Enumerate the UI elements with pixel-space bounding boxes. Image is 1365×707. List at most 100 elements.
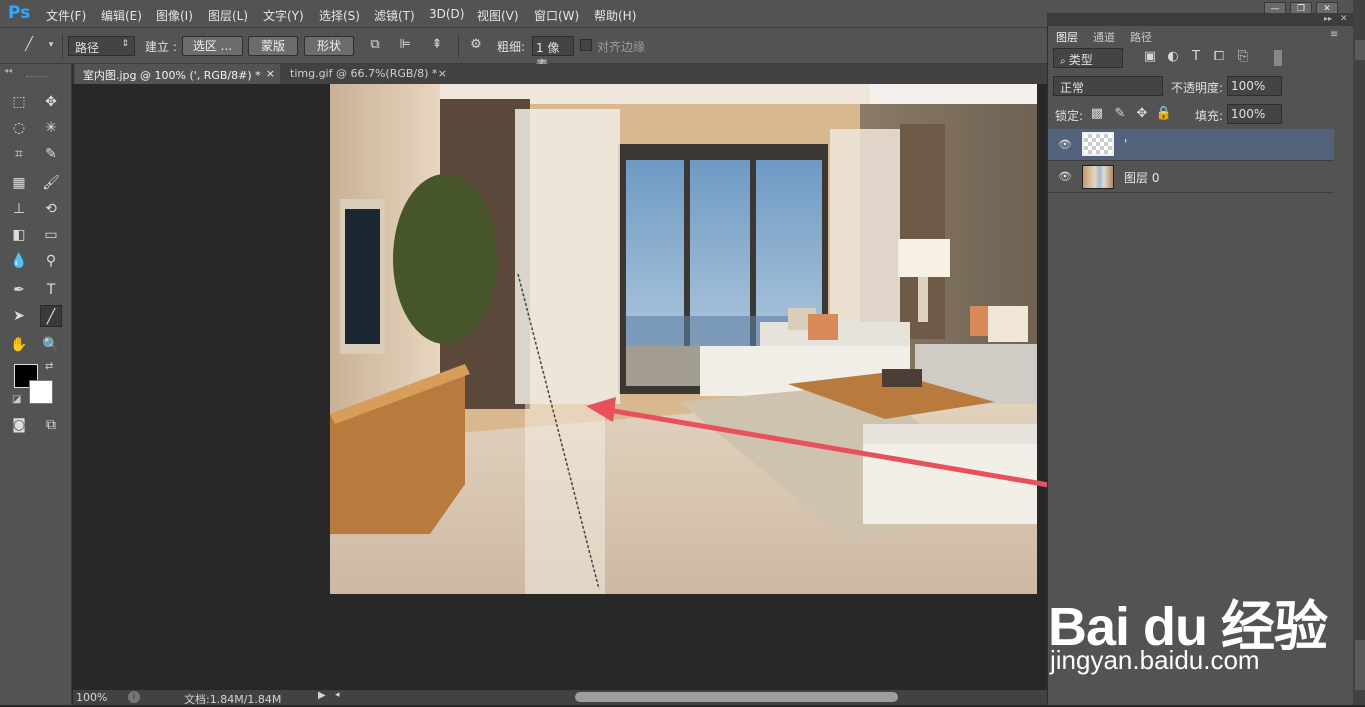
horizontal-scrollbar-thumb[interactable]	[575, 692, 898, 702]
layer-name: '	[1124, 137, 1128, 151]
smart-object-filter-icon[interactable]: ⎘	[1234, 48, 1252, 66]
eyedropper-tool-icon[interactable]: ✎	[40, 143, 62, 165]
quick-mask-icon[interactable]: ◙	[8, 414, 30, 436]
crop-tool-icon[interactable]: ⌗	[8, 143, 30, 165]
line-tool-preset-icon[interactable]: ╱	[20, 36, 38, 54]
layer-row-selected[interactable]: 👁 '	[1048, 129, 1334, 161]
tab-layers[interactable]: 图层	[1050, 27, 1084, 45]
collapse-panel-icon[interactable]: ▸▸	[1324, 14, 1332, 23]
status-menu-arrow-icon[interactable]: ▶	[318, 690, 326, 701]
lasso-tool-icon[interactable]: ◌	[8, 117, 30, 139]
collapse-icon[interactable]: ◂◂	[4, 66, 12, 75]
lock-all-icon[interactable]: 🔒	[1155, 105, 1173, 123]
chevron-down-icon[interactable]: ▾	[42, 36, 60, 54]
path-arrangement-icon[interactable]: ⇞	[428, 36, 446, 54]
tab-timg-gif[interactable]: timg.gif @ 66.7%(RGB/8) * ×	[282, 64, 452, 84]
lock-transparency-icon[interactable]: ▩	[1088, 105, 1106, 123]
tool-mode-value: 路径	[75, 41, 100, 55]
layer-thumbnail-transparent	[1082, 132, 1114, 156]
type-tool-icon[interactable]: T	[40, 279, 62, 301]
blend-mode-select[interactable]: 正常	[1053, 76, 1163, 96]
menu-image[interactable]: 图像(I)	[156, 7, 193, 24]
zoom-level[interactable]: 100%	[76, 691, 107, 704]
marquee-tool-icon[interactable]: ⬚	[8, 91, 30, 113]
menu-edit[interactable]: 编辑(E)	[101, 7, 142, 24]
brush-tool-icon[interactable]: 🖌	[40, 172, 62, 194]
menu-type[interactable]: 文字(Y)	[263, 7, 304, 24]
clone-stamp-tool-icon[interactable]: ⊥	[8, 198, 30, 220]
shape-filter-icon[interactable]: ⧠	[1210, 48, 1228, 66]
type-filter-icon[interactable]: T	[1187, 48, 1205, 66]
opacity-input[interactable]: 100%	[1227, 76, 1282, 96]
hand-tool-icon[interactable]: ✋	[8, 334, 30, 356]
tab-paths[interactable]: 路径	[1124, 27, 1158, 45]
baidu-url-watermark: jingyan.baidu.com	[1050, 645, 1260, 675]
pen-tool-icon[interactable]: ✒	[8, 279, 30, 301]
magic-wand-tool-icon[interactable]: ✳	[40, 117, 62, 139]
eye-icon[interactable]: 👁	[1058, 170, 1072, 183]
close-tab-icon[interactable]: ×	[266, 67, 275, 80]
align-edges-checkbox[interactable]	[580, 39, 592, 51]
dock-button[interactable]	[1355, 640, 1365, 690]
tab-channels[interactable]: 通道	[1087, 27, 1121, 45]
divider	[458, 34, 459, 58]
mask-button[interactable]: 蒙版	[248, 36, 298, 56]
eye-icon[interactable]: 👁	[1058, 138, 1072, 151]
menu-view[interactable]: 视图(V)	[477, 7, 519, 24]
line-tool-icon[interactable]: ╱	[40, 305, 62, 327]
default-colors-icon[interactable]: ◪	[12, 394, 21, 405]
weight-input[interactable]: 1 像素	[532, 36, 574, 72]
move-tool-icon[interactable]: ✥	[40, 91, 62, 113]
healing-brush-tool-icon[interactable]: ▦	[8, 172, 30, 194]
adjustment-filter-icon[interactable]: ◐	[1164, 48, 1182, 66]
divider	[62, 34, 63, 58]
fill-label: 填充:	[1195, 109, 1224, 123]
dock-button[interactable]	[1355, 40, 1365, 60]
menu-filter[interactable]: 滤镜(T)	[374, 7, 415, 24]
scroll-left-icon[interactable]: ◂	[335, 690, 340, 700]
layer-row[interactable]: 👁 图层 0	[1048, 161, 1334, 193]
right-dock-strip	[1353, 0, 1365, 705]
filter-toggle[interactable]	[1274, 50, 1282, 66]
filter-kind-select[interactable]: ⌕ 类型	[1053, 48, 1123, 68]
search-icon: ⌕	[1060, 56, 1069, 67]
lock-position-icon[interactable]: ✥	[1133, 105, 1151, 123]
swap-colors-icon[interactable]: ⇄	[45, 361, 53, 372]
tab-label: timg.gif @ 66.7%(RGB/8) *	[290, 67, 438, 80]
menu-layer[interactable]: 图层(L)	[208, 7, 248, 24]
menu-file[interactable]: 文件(F)	[46, 7, 86, 24]
updown-icon: ⇕	[121, 39, 129, 49]
menu-select[interactable]: 选择(S)	[319, 7, 360, 24]
tab-interior-image[interactable]: 室内图.jpg @ 100% (', RGB/8#) * ×	[75, 64, 280, 84]
red-arrow-annotation	[586, 397, 1128, 501]
fill-input[interactable]: 100%	[1227, 104, 1282, 124]
shape-button[interactable]: 形状	[304, 36, 354, 56]
status-info-icon[interactable]: i	[128, 691, 140, 703]
pixel-filter-icon[interactable]: ▣	[1141, 48, 1159, 66]
path-alignment-icon[interactable]: ⊫	[396, 36, 414, 54]
lock-pixels-icon[interactable]: ✎	[1111, 105, 1129, 123]
filter-kind-value: 类型	[1068, 53, 1093, 67]
close-panel-icon[interactable]: ✕	[1340, 14, 1348, 24]
gradient-tool-icon[interactable]: ▭	[40, 224, 62, 246]
grip	[26, 76, 48, 78]
screen-mode-icon[interactable]: ⧉	[40, 414, 62, 436]
photoshop-logo: Ps	[8, 3, 31, 23]
zoom-tool-icon[interactable]: 🔍	[40, 334, 62, 356]
panel-menu-icon[interactable]: ≡	[1330, 29, 1338, 40]
eraser-tool-icon[interactable]: ◧	[8, 224, 30, 246]
menu-window[interactable]: 窗口(W)	[534, 7, 579, 24]
layer-thumbnail-photo	[1082, 165, 1114, 189]
path-operations-icon[interactable]: ⧉	[366, 36, 384, 54]
menu-help[interactable]: 帮助(H)	[594, 7, 636, 24]
history-brush-tool-icon[interactable]: ⟲	[40, 198, 62, 220]
background-color-swatch[interactable]	[29, 380, 53, 404]
dodge-tool-icon[interactable]: ⚲	[40, 250, 62, 272]
tool-mode-select[interactable]: 路径 ⇕	[68, 36, 135, 56]
selection-button[interactable]: 选区 ...	[182, 36, 243, 56]
gear-icon[interactable]: ⚙	[467, 36, 485, 54]
blur-tool-icon[interactable]: 💧	[8, 250, 30, 272]
menu-3d[interactable]: 3D(D)	[429, 7, 464, 21]
path-selection-tool-icon[interactable]: ➤	[8, 305, 30, 327]
close-tab-icon[interactable]: ×	[438, 67, 447, 80]
